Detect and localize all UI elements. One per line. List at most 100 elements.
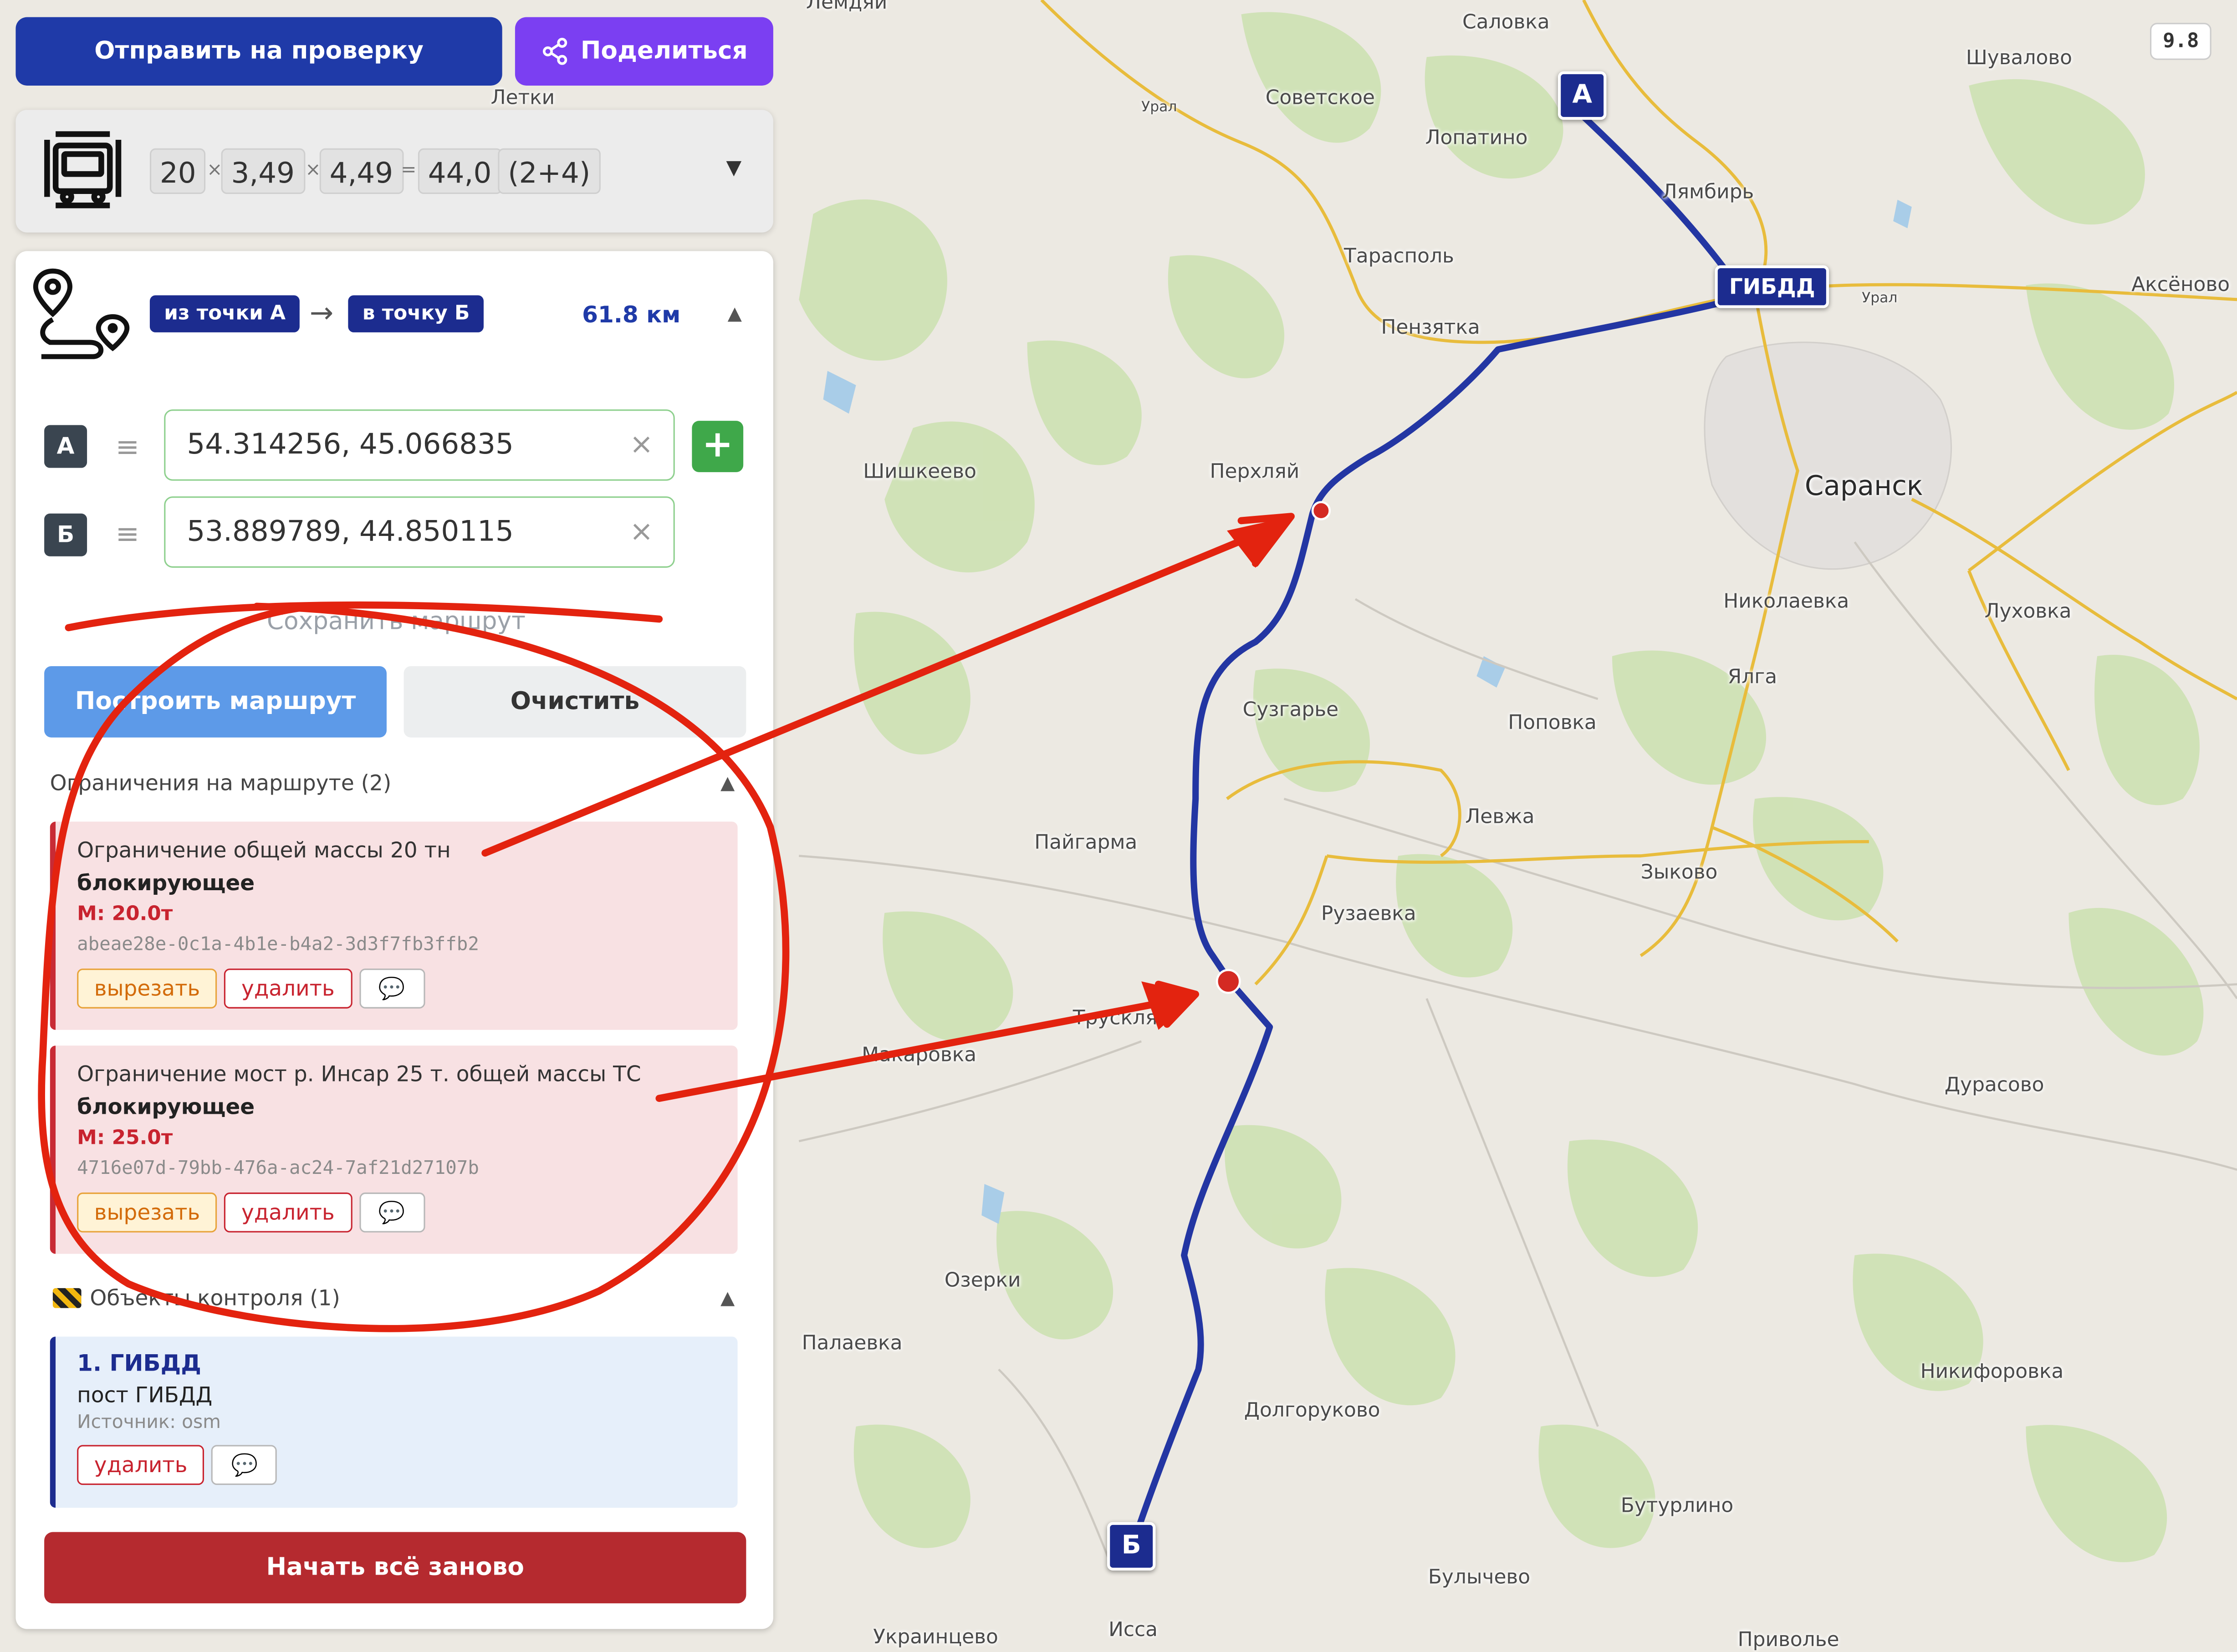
place-label: Макаровка xyxy=(862,1044,977,1067)
map-marker-a[interactable]: А xyxy=(1558,71,1607,120)
restriction-type: блокирующее xyxy=(77,1094,255,1120)
road-label: Урал xyxy=(1862,291,1898,307)
drag-handle-icon[interactable]: ≡ xyxy=(116,429,140,464)
point-a-badge: А xyxy=(44,425,87,468)
map-marker-gibdd[interactable]: ГИБДД xyxy=(1715,265,1829,308)
chevron-down-icon[interactable]: ▼ xyxy=(726,157,742,180)
comment-icon[interactable]: 💬 xyxy=(359,1192,425,1233)
map-marker-b[interactable]: Б xyxy=(1107,1522,1156,1571)
place-label: Рузаевка xyxy=(1321,902,1416,926)
clear-button[interactable]: Очистить xyxy=(403,666,746,738)
drag-handle-icon[interactable]: ≡ xyxy=(116,516,140,551)
chevron-up-icon[interactable]: ▲ xyxy=(728,304,742,325)
place-label: Тарасполь xyxy=(1344,245,1454,268)
restriction-mass: М: 20.0т xyxy=(77,902,173,926)
place-label: Дурасово xyxy=(1944,1074,2044,1097)
restriction-id: abeae28e-0c1a-4b1e-b4a2-3d3f7fb3ffb2 xyxy=(77,934,479,956)
place-label: Приволье xyxy=(1737,1629,1839,1652)
route-icon xyxy=(33,268,130,359)
place-label: Долгоруково xyxy=(1244,1399,1380,1423)
chevron-up-icon[interactable]: ▲ xyxy=(720,1288,735,1310)
restriction-card[interactable]: Ограничение общей массы 20 тн блокирующе… xyxy=(50,821,738,1030)
place-label: Саловка xyxy=(1462,11,1550,35)
clear-icon[interactable]: × xyxy=(629,411,654,478)
axle-load-field[interactable]: 20 xyxy=(149,148,206,194)
share-button[interactable]: Поделиться xyxy=(515,17,773,86)
restriction-title: Ограничение мост р. Инсар 25 т. общей ма… xyxy=(77,1061,641,1087)
delete-button[interactable]: удалить xyxy=(224,969,352,1009)
point-b-input[interactable]: 53.889789, 44.850115 × xyxy=(164,496,675,568)
save-route-link[interactable]: Сохранить маршрут xyxy=(267,608,526,637)
from-point-pill[interactable]: из точки А xyxy=(149,295,300,332)
truck-dimensions-icon xyxy=(44,131,122,209)
point-a-input[interactable]: 54.314256, 45.066835 × xyxy=(164,409,675,481)
place-label: Бутурлино xyxy=(1620,1495,1734,1518)
place-label: Украинцево xyxy=(873,1626,998,1649)
place-label: Николаевка xyxy=(1723,590,1849,614)
vehicle-params-panel[interactable]: 20 × 3,49 × 4,49 = 44,0 (2+4) ▼ xyxy=(15,110,773,233)
delete-button[interactable]: удалить xyxy=(77,1445,205,1485)
zoom-level-badge: 9.8 xyxy=(2150,23,2212,60)
height-field[interactable]: 4,49 xyxy=(319,148,403,194)
restrictions-header[interactable]: Ограничения на маршруте (2) xyxy=(50,770,392,796)
place-label: Сузгарье xyxy=(1242,699,1339,722)
chevron-up-icon[interactable]: ▲ xyxy=(720,773,735,795)
point-b-badge: Б xyxy=(44,513,87,556)
place-label: Исса xyxy=(1108,1619,1158,1642)
delete-button[interactable]: удалить xyxy=(224,1192,352,1233)
restriction-title: Ограничение общей массы 20 тн xyxy=(77,837,451,863)
axle-config-field[interactable]: (2+4) xyxy=(498,148,601,194)
place-label: Советское xyxy=(1265,87,1375,110)
place-label: Поповка xyxy=(1508,712,1597,735)
route-distance: 61.8 км xyxy=(582,301,681,328)
times-sign: × xyxy=(207,159,223,181)
total-mass-field[interactable]: 44,0 xyxy=(418,148,502,194)
share-label: Поделиться xyxy=(580,37,748,66)
clear-icon[interactable]: × xyxy=(629,498,654,565)
cut-button[interactable]: вырезать xyxy=(77,1192,217,1233)
restriction-id: 4716e07d-79bb-476a-ac24-7af21d27107b xyxy=(77,1158,479,1180)
add-point-button[interactable]: + xyxy=(692,421,744,472)
submit-for-review-button[interactable]: Отправить на проверку xyxy=(15,17,502,86)
place-label: Булычево xyxy=(1428,1566,1531,1589)
road-label: Урал xyxy=(1141,100,1177,116)
place-label: Аксёново xyxy=(2131,274,2230,297)
comment-icon[interactable]: 💬 xyxy=(211,1445,277,1485)
arrow-right-icon: → xyxy=(309,295,334,330)
place-label: Палаевка xyxy=(802,1332,903,1356)
point-a-value: 54.314256, 45.066835 xyxy=(187,426,514,461)
place-label: Лямбирь xyxy=(1662,181,1754,204)
place-label: Луховка xyxy=(1984,600,2072,623)
place-label: Левжа xyxy=(1465,806,1535,829)
barrier-icon xyxy=(52,1288,82,1308)
to-point-pill[interactable]: в точку Б xyxy=(348,295,484,332)
comment-icon[interactable]: 💬 xyxy=(359,969,425,1009)
cut-button[interactable]: вырезать xyxy=(77,969,217,1009)
route-panel: из точки А → в точку Б 61.8 км ▲ А ≡ 54.… xyxy=(15,251,773,1629)
control-object-subtitle: пост ГИБДД xyxy=(77,1382,213,1408)
place-label: Ялга xyxy=(1727,666,1777,689)
place-label: Летки xyxy=(490,87,555,110)
control-objects-header[interactable]: Объекты контроля (1) xyxy=(90,1285,340,1311)
build-route-button[interactable]: Построить маршрут xyxy=(44,666,387,738)
place-label: Никифоровка xyxy=(1920,1361,2064,1384)
width-field[interactable]: 3,49 xyxy=(221,148,305,194)
restart-label: Начать всё заново xyxy=(266,1553,525,1582)
place-label: Шувалово xyxy=(1966,47,2073,70)
plus-icon: + xyxy=(702,423,733,467)
place-label: Пензятка xyxy=(1381,316,1480,340)
place-label: Пайгарма xyxy=(1034,831,1138,855)
place-label: Трускляй xyxy=(1073,1007,1170,1030)
build-route-label: Построить маршрут xyxy=(75,687,356,716)
clear-label: Очистить xyxy=(510,687,640,716)
place-label: Шишкеево xyxy=(863,460,976,484)
control-object-card[interactable]: 1. ГИБДД пост ГИБДД Источник: osm удалит… xyxy=(50,1336,738,1508)
place-label: Перхляй xyxy=(1210,460,1300,484)
place-label: Лемдяй xyxy=(806,0,888,15)
point-b-value: 53.889789, 44.850115 xyxy=(187,513,514,548)
restart-button[interactable]: Начать всё заново xyxy=(44,1532,746,1604)
place-label: Озерки xyxy=(944,1270,1021,1293)
restriction-card[interactable]: Ограничение мост р. Инсар 25 т. общей ма… xyxy=(50,1045,738,1254)
restriction-type: блокирующее xyxy=(77,870,255,896)
place-label: Лопатино xyxy=(1425,127,1528,150)
